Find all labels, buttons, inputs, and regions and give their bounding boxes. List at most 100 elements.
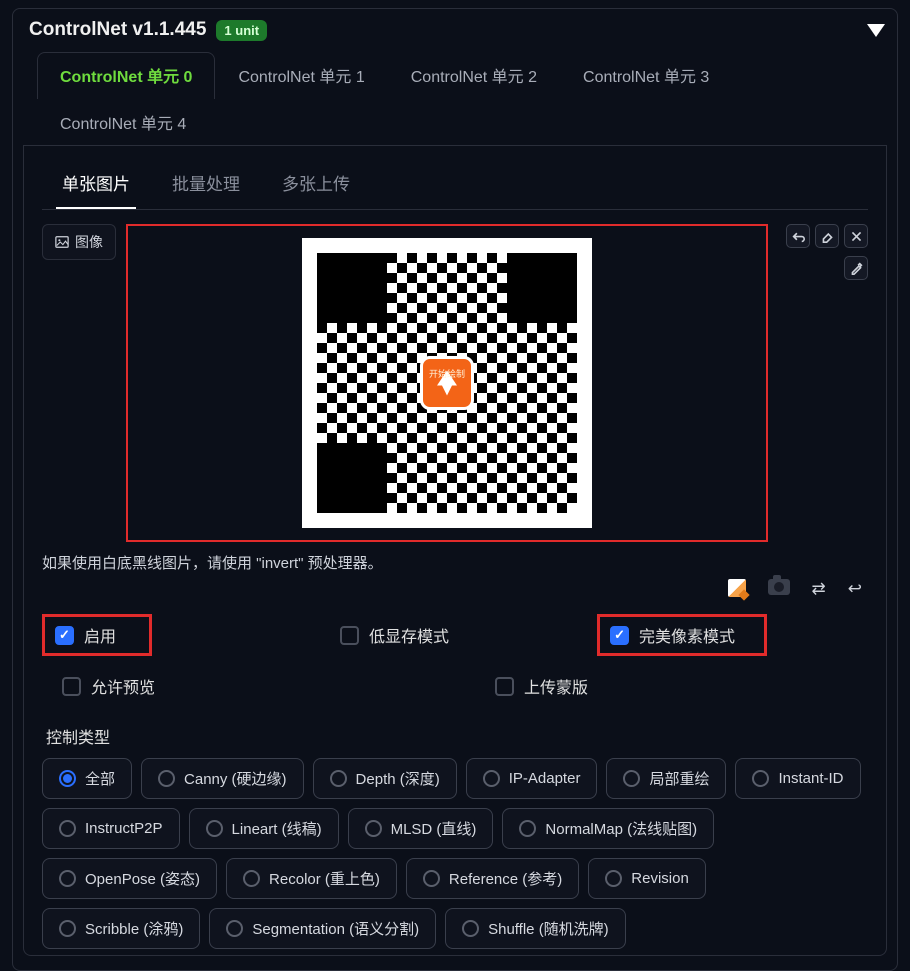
ctrl-type-label: InstructP2P [85, 820, 163, 837]
enable-label: 启用 [84, 623, 116, 647]
image-toolbar [778, 224, 868, 280]
tab-unit-1[interactable]: ControlNet 单元 1 [215, 52, 387, 99]
radio-icon [330, 770, 347, 787]
ctrl-type-canny-[interactable]: Canny (硬边缘) [141, 758, 304, 799]
radio-icon [365, 820, 382, 837]
ctrl-type-shuffle-[interactable]: Shuffle (随机洗牌) [445, 908, 626, 949]
undo-button[interactable] [786, 224, 810, 248]
radio-icon [483, 770, 500, 787]
ctrl-type-label: Segmentation (语义分割) [252, 918, 419, 939]
ctrl-type-mlsd-[interactable]: MLSD (直线) [348, 808, 494, 849]
control-type-group: 全部 Canny (硬边缘) Depth (深度) IP-Adapter 局部重绘 Ins… [42, 758, 868, 949]
ctrl-type-label: Instant-ID [778, 770, 843, 787]
new-canvas-button[interactable] [728, 579, 746, 602]
pixel-perfect-check-highlighted[interactable]: 完美像素模式 [597, 614, 767, 656]
ctrl-type-label: Canny (硬边缘) [184, 768, 287, 789]
ctrl-type-openpose-[interactable]: OpenPose (姿态) [42, 858, 217, 899]
control-type-label: 控制类型 [46, 724, 868, 748]
radio-icon [752, 770, 769, 787]
edit-icon [728, 579, 746, 597]
ctrl-type--[interactable]: 全部 [42, 758, 132, 799]
unit-content: 单张图片 批量处理 多张上传 图像 开始绘制 [23, 146, 887, 956]
ctrl-type-label: Scribble (涂鸦) [85, 918, 183, 939]
ctrl-type-segmentation-[interactable]: Segmentation (语义分割) [209, 908, 436, 949]
ctrl-type-ip-adapter[interactable]: IP-Adapter [466, 758, 598, 799]
ctrl-type-lineart-[interactable]: Lineart (线稿) [189, 808, 339, 849]
close-button[interactable] [844, 224, 868, 248]
radio-icon [59, 920, 76, 937]
allow-preview-checkbox[interactable] [62, 677, 81, 696]
ctrl-type-instant-id[interactable]: Instant-ID [735, 758, 860, 799]
ctrl-type-reference-[interactable]: Reference (参考) [406, 858, 579, 899]
ctrl-type-label: 全部 [85, 768, 115, 789]
image-chip-label: 图像 [75, 232, 103, 252]
radio-icon [243, 870, 260, 887]
option-row-1: 启用 低显存模式 完美像素模式 [42, 614, 868, 656]
image-chip[interactable]: 图像 [42, 224, 116, 260]
brush-button[interactable] [844, 256, 868, 280]
upload-mask-label: 上传蒙版 [524, 674, 588, 698]
allow-preview-check[interactable]: 允许预览 [52, 668, 165, 704]
radio-icon [519, 820, 536, 837]
action-icons-row: ⇄ ↩ [42, 573, 868, 602]
enable-check-highlighted[interactable]: 启用 [42, 614, 152, 656]
radio-icon [605, 870, 622, 887]
pixel-perfect-checkbox[interactable] [610, 626, 629, 645]
tab-unit-0[interactable]: ControlNet 单元 0 [37, 52, 215, 99]
ctrl-type-label: Reference (参考) [449, 868, 562, 889]
option-row-2: 允许预览 上传蒙版 [42, 656, 868, 710]
upload-mask-checkbox[interactable] [495, 677, 514, 696]
radio-icon [206, 820, 223, 837]
undo-icon [792, 230, 805, 243]
ctrl-type-label: Depth (深度) [356, 768, 440, 789]
ctrl-type-label: OpenPose (姿态) [85, 868, 200, 889]
radio-icon [423, 870, 440, 887]
subtab-multi[interactable]: 多张上传 [276, 160, 356, 209]
ctrl-type-recolor-[interactable]: Recolor (重上色) [226, 858, 397, 899]
ctrl-type-label: 局部重绘 [649, 768, 709, 789]
lowvram-label: 低显存模式 [369, 623, 449, 647]
lowvram-checkbox[interactable] [340, 626, 359, 645]
lowvram-check[interactable]: 低显存模式 [330, 614, 459, 656]
unit-badge: 1 unit [216, 20, 267, 41]
ctrl-type-instructp2p[interactable]: InstructP2P [42, 808, 180, 849]
ctrl-type-depth-[interactable]: Depth (深度) [313, 758, 457, 799]
upload-mask-check[interactable]: 上传蒙版 [485, 668, 598, 704]
erase-button[interactable] [815, 224, 839, 248]
ctrl-type--[interactable]: 局部重绘 [606, 758, 726, 799]
pencil-icon [850, 262, 863, 275]
subtab-single[interactable]: 单张图片 [56, 160, 136, 209]
radio-icon [462, 920, 479, 937]
webcam-button[interactable] [768, 579, 790, 602]
radio-icon [226, 920, 243, 937]
ctrl-type-label: Revision [631, 870, 689, 887]
radio-icon [59, 770, 76, 787]
image-preview-highlighted[interactable]: 开始绘制 [126, 224, 768, 542]
ctrl-type-label: Lineart (线稿) [232, 818, 322, 839]
swap-dimensions-button[interactable]: ⇄ [812, 579, 826, 602]
close-icon [850, 230, 863, 243]
tab-unit-2[interactable]: ControlNet 单元 2 [388, 52, 560, 99]
controlnet-panel: ControlNet v1.1.445 1 unit ControlNet 单元… [12, 8, 898, 971]
invert-hint: 如果使用白底黑线图片，请使用 "invert" 预处理器。 [42, 552, 868, 573]
ctrl-type-label: Shuffle (随机洗牌) [488, 918, 609, 939]
panel-title: ControlNet v1.1.445 [29, 19, 206, 41]
qr-image: 开始绘制 [302, 238, 592, 528]
enable-checkbox[interactable] [55, 626, 74, 645]
collapse-caret-icon[interactable] [867, 24, 885, 37]
radio-icon [623, 770, 640, 787]
ctrl-type-revision[interactable]: Revision [588, 858, 706, 899]
qr-center-text: 开始绘制 [429, 367, 465, 380]
ctrl-type-scribble-[interactable]: Scribble (涂鸦) [42, 908, 200, 949]
allow-preview-label: 允许预览 [91, 674, 155, 698]
eraser-icon [821, 230, 834, 243]
qr-center-logo: 开始绘制 [420, 356, 474, 410]
ctrl-type-label: IP-Adapter [509, 770, 581, 787]
ctrl-type-label: Recolor (重上色) [269, 868, 380, 889]
tab-unit-4[interactable]: ControlNet 单元 4 [37, 99, 209, 146]
radio-icon [59, 820, 76, 837]
ctrl-type-normalmap-[interactable]: NormalMap (法线贴图) [502, 808, 714, 849]
subtab-batch[interactable]: 批量处理 [166, 160, 246, 209]
send-back-button[interactable]: ↩ [848, 579, 862, 602]
tab-unit-3[interactable]: ControlNet 单元 3 [560, 52, 732, 99]
